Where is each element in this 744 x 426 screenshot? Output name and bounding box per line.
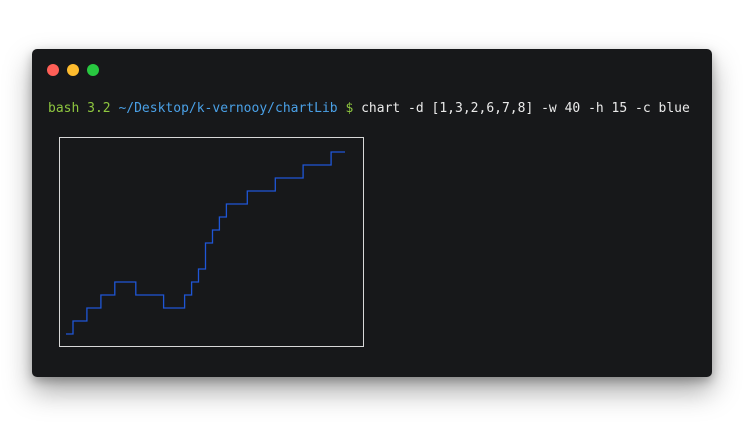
command-text: chart -d [1,3,2,6,7,8] -w 40 -h 15 -c bl… — [361, 101, 690, 116]
working-directory: ~/Desktop/k-vernooy/chartLib — [118, 101, 338, 116]
chart-output-frame — [59, 137, 364, 347]
command-prompt-line[interactable]: bash 3.2 ~/Desktop/k-vernooy/chartLib $ … — [48, 100, 690, 118]
chart-output — [66, 151, 345, 335]
title-bar[interactable] — [32, 49, 712, 89]
chart-series-line — [66, 151, 345, 335]
desktop-background: bash 3.2 ~/Desktop/k-vernooy/chartLib $ … — [0, 0, 744, 426]
minimize-window-button[interactable] — [67, 64, 79, 76]
shell-version: bash 3.2 — [48, 101, 111, 116]
maximize-window-button[interactable] — [87, 64, 99, 76]
prompt-symbol: $ — [345, 101, 354, 116]
close-window-button[interactable] — [47, 64, 59, 76]
terminal-window[interactable]: bash 3.2 ~/Desktop/k-vernooy/chartLib $ … — [32, 49, 712, 377]
